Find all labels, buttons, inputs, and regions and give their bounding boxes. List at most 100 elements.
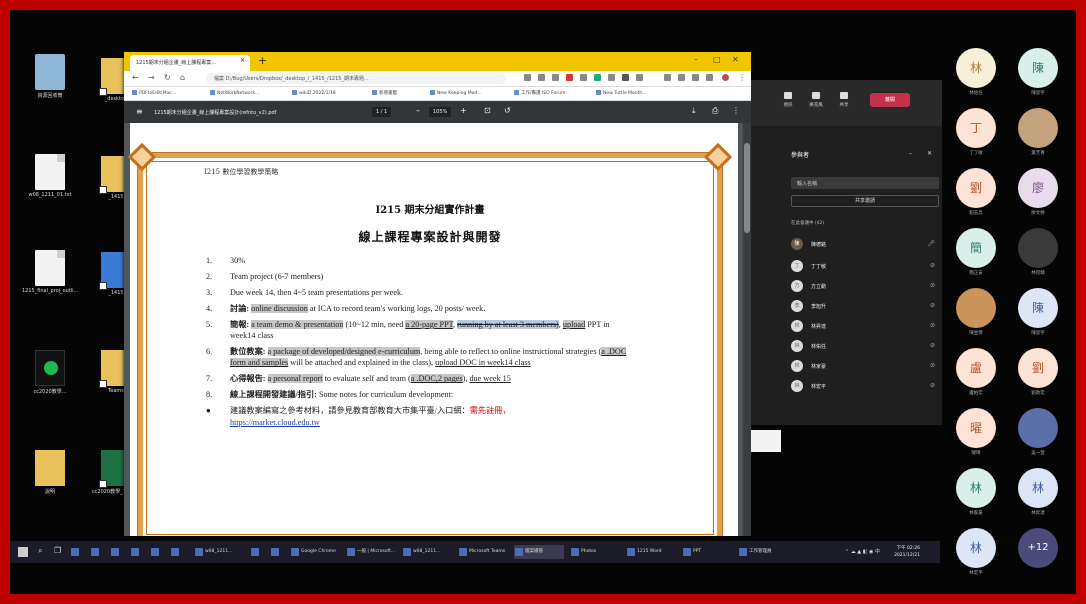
desktop-icon-text-file[interactable]: w08_1211_01.txt — [22, 154, 78, 198]
taskbar-app[interactable]: PPT — [682, 545, 732, 559]
home-icon[interactable]: ⌂ — [180, 73, 185, 82]
market-link[interactable]: https://market.cloud.edu.tw — [230, 418, 320, 427]
desktop-icon-help-folder[interactable]: 說明 — [22, 450, 78, 495]
extension-icon[interactable] — [552, 74, 559, 81]
scrollbar[interactable] — [743, 123, 751, 536]
desktop-icon-app[interactable]: cc2020教學... — [22, 350, 78, 395]
taskbar-app[interactable] — [130, 545, 144, 559]
more-icon[interactable]: ⋮ — [732, 106, 740, 115]
participant-video-tile[interactable] — [1018, 408, 1058, 448]
more-participants-button[interactable]: +12 — [1018, 528, 1058, 568]
pdf-viewer[interactable]: I215 數位學習教學策略 I215 期末分組實作計畫 線上課程專案設計與開發 … — [124, 123, 751, 536]
taskbar-app[interactable]: 1215 Word — [626, 545, 676, 559]
taskbar-app[interactable] — [170, 545, 184, 559]
back-icon[interactable]: ← — [132, 73, 139, 82]
participant-row[interactable]: 陳陳德銘 🎤︎ — [791, 236, 941, 252]
taskbar-app[interactable]: Microsoft Teams — [458, 545, 508, 559]
reload-icon[interactable]: ↻ — [164, 73, 171, 82]
close-tab-icon[interactable]: ✕ — [240, 57, 245, 64]
scrollbar-thumb[interactable] — [744, 143, 750, 233]
collapse-icon[interactable]: – — [909, 150, 912, 157]
participant-section-header[interactable]: 在此會議中 (42) — [791, 220, 824, 226]
camera-button[interactable]: 視訊 — [775, 92, 801, 108]
desktop-icon-outline-file[interactable]: 1215_final_proj_outli... — [22, 250, 78, 294]
participant-video-tile[interactable]: 劉 — [1018, 348, 1058, 388]
participant-video-tile[interactable]: 丁 — [956, 108, 996, 148]
participant-video-tile[interactable] — [1018, 228, 1058, 268]
bookmark-item[interactable]: 工作/備課 ISO Forum — [514, 90, 565, 96]
menu-icon[interactable]: ⋮ — [738, 73, 746, 82]
extension-icon[interactable] — [678, 74, 685, 81]
url-input[interactable]: 檔案 D:/Bug/Users/Dropbox/_desktop_/_1415_… — [206, 73, 506, 84]
taskbar-app[interactable]: w08_1211... — [402, 545, 452, 559]
extension-icon[interactable] — [706, 74, 713, 81]
taskbar-app[interactable]: Photos — [570, 545, 620, 559]
zoom-out-icon[interactable]: – — [416, 106, 420, 115]
extension-icon[interactable] — [538, 74, 545, 81]
zoom-level[interactable]: 105% — [429, 107, 452, 117]
forward-icon[interactable]: → — [148, 73, 155, 82]
taskbar-app[interactable] — [250, 545, 264, 559]
bookmark-item[interactable]: 新增書籤 — [372, 90, 397, 96]
zoom-in-icon[interactable]: + — [460, 106, 467, 115]
extension-icon[interactable] — [692, 74, 699, 81]
participant-row[interactable]: 李李旭升 ⊘ — [791, 298, 941, 314]
participant-video-tile[interactable]: 盧 — [956, 348, 996, 388]
mic-button[interactable]: 麥克風 — [803, 92, 829, 108]
taskbar-app[interactable]: w08_1211... — [194, 545, 244, 559]
rotate-icon[interactable]: ↺ — [504, 106, 511, 115]
extension-icon[interactable] — [636, 74, 643, 81]
bookmark-item[interactable]: PDFtoEdit(Mac... — [132, 90, 176, 96]
bookmark-item[interactable]: New Keeping Mod... — [430, 90, 482, 96]
close-window-icon[interactable]: ✕ — [732, 55, 739, 64]
extension-icon[interactable] — [622, 74, 629, 81]
participant-video-tile[interactable]: 劉 — [956, 168, 996, 208]
taskbar-app[interactable] — [110, 545, 124, 559]
participant-video-tile[interactable]: 林 — [1018, 468, 1058, 508]
participant-row[interactable]: 林林宏平 ⊘ — [791, 378, 941, 394]
extension-icon[interactable] — [608, 74, 615, 81]
notification-popup[interactable] — [751, 430, 781, 452]
page-indicator[interactable]: 1 / 1 — [372, 107, 392, 117]
bookmark-item[interactable]: wikiD 2022/1/18 — [292, 90, 336, 96]
print-icon[interactable]: ⎙ — [712, 106, 718, 116]
extension-icon[interactable] — [594, 74, 601, 81]
taskbar-app[interactable] — [150, 545, 164, 559]
extension-icon[interactable] — [580, 74, 587, 81]
participant-video-tile[interactable]: 簡 — [956, 228, 996, 268]
fit-page-icon[interactable]: ⊡ — [484, 106, 491, 115]
participant-row[interactable]: 林林佑任 ⊘ — [791, 338, 941, 354]
menu-icon[interactable]: ≡ — [136, 107, 143, 116]
taskbar-app-active[interactable]: 檔案總管 — [514, 545, 564, 559]
share-invite-button[interactable]: 共享邀請 — [791, 195, 939, 207]
maximize-icon[interactable]: □ — [713, 55, 721, 64]
search-icon[interactable]: ⌕ — [38, 546, 42, 556]
taskbar-app[interactable] — [70, 545, 84, 559]
participant-video-tile[interactable]: 林 — [956, 528, 996, 568]
close-panel-icon[interactable]: ✕ — [927, 150, 932, 157]
extension-icon[interactable] — [664, 74, 671, 81]
taskbar-app[interactable]: 一般 | Microsoft... — [346, 545, 396, 559]
extension-icon[interactable] — [524, 74, 531, 81]
clock[interactable]: 下午 02:26 2021/12/21 — [894, 545, 920, 559]
taskbar-app[interactable] — [90, 545, 104, 559]
participant-video-tile[interactable] — [1018, 108, 1058, 148]
profile-avatar[interactable] — [722, 74, 729, 81]
participant-video-tile[interactable]: 陳 — [1018, 288, 1058, 328]
share-button[interactable]: 共享 — [831, 92, 857, 108]
leave-button[interactable]: 離開 — [870, 93, 910, 107]
taskbar-app[interactable]: Google Chrome — [290, 545, 340, 559]
participant-row[interactable]: 林林家豪 ⊘ — [791, 358, 941, 374]
bookmark-item[interactable]: NetWorkNetwork... — [210, 90, 259, 96]
start-icon[interactable] — [18, 547, 28, 557]
taskbar-app[interactable] — [270, 545, 284, 559]
participant-video-tile[interactable]: 林 — [956, 468, 996, 508]
participant-row[interactable]: 林林昇達 ⊘ — [791, 318, 941, 334]
extension-icon[interactable] — [566, 74, 573, 81]
desktop-icon-recycle-bin[interactable]: 資源回收筒 — [22, 54, 78, 99]
new-tab-icon[interactable]: + — [258, 55, 267, 67]
minimize-icon[interactable]: – — [694, 55, 698, 64]
bookmark-item[interactable]: New Tuttle Month... — [596, 90, 647, 96]
participant-row[interactable]: 方方立勳 ⊘ — [791, 278, 941, 294]
participant-video-tile[interactable] — [956, 288, 996, 328]
